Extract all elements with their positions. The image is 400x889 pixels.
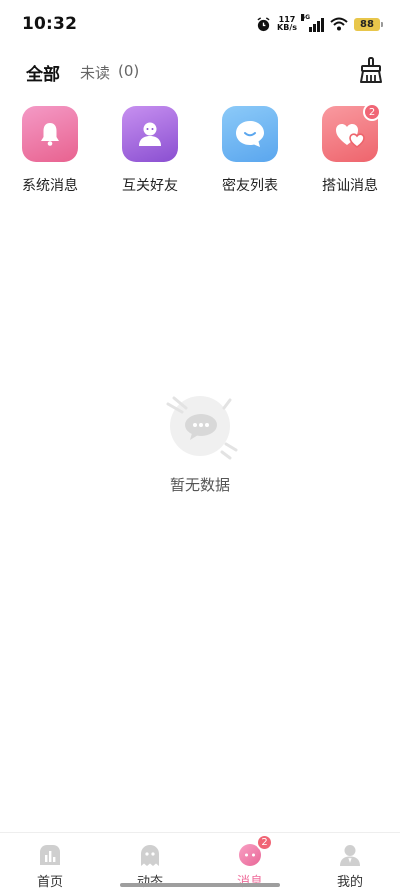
status-time: 10:32: [22, 14, 78, 34]
category-label: 密友列表: [222, 178, 278, 194]
bell-icon: [22, 106, 78, 162]
empty-state-text: 暂无数据: [169, 476, 230, 494]
message-icon: 2: [238, 834, 273, 867]
profile-icon: [340, 845, 360, 866]
net-speed-unit: KB/s: [277, 23, 297, 32]
message-categories: 系统消息 互关好友 密友列表 2 搭讪消息: [0, 103, 400, 202]
ghost-icon: [141, 845, 159, 866]
tab-unread-count: (0): [118, 62, 140, 80]
message-filter-tabs: 全部 未读 (0): [0, 52, 400, 92]
category-system-messages[interactable]: 系统消息: [10, 106, 90, 195]
category-label: 互关好友: [122, 178, 178, 194]
person-icon: [122, 106, 178, 162]
home-indicator[interactable]: [120, 883, 280, 887]
hearts-icon: 2: [322, 103, 381, 162]
category-mutual-friends[interactable]: 互关好友: [110, 106, 190, 195]
category-greeting-messages[interactable]: 2 搭讪消息: [310, 103, 390, 195]
battery-level: 88: [360, 18, 374, 30]
chat-bubble-icon: [222, 106, 278, 162]
category-label: 系统消息: [22, 178, 78, 194]
bottom-navigation: 首页 动态 2 消息 我的: [0, 832, 400, 889]
net-speed: 117 KB/s: [277, 16, 297, 32]
status-icons: 117 KB/s 5G 88: [256, 14, 383, 34]
battery-icon: 88: [354, 17, 383, 31]
unread-badge: 2: [363, 103, 381, 121]
signal-icon: 5G: [301, 14, 324, 32]
alarm-icon: [257, 16, 270, 31]
category-label: 搭讪消息: [322, 178, 378, 194]
network-type: 5G: [301, 14, 311, 21]
nav-home[interactable]: 首页: [10, 843, 90, 889]
nav-label: 我的: [336, 875, 363, 889]
category-close-friends[interactable]: 密友列表: [210, 106, 290, 195]
wifi-icon: [330, 17, 348, 31]
nav-profile[interactable]: 我的: [310, 843, 390, 889]
tab-unread-label: 未读: [80, 64, 111, 82]
nav-unread-badge: 2: [256, 834, 273, 851]
clear-broom-icon[interactable]: [358, 56, 384, 84]
nav-label: 首页: [36, 875, 63, 889]
chart-home-icon: [40, 845, 60, 865]
empty-state: 暂无数据: [0, 390, 400, 495]
status-bar: 10:32 117 KB/s 5G 88: [0, 0, 400, 48]
empty-chat-illustration-icon: [166, 396, 238, 460]
tab-unread[interactable]: 未读 (0): [80, 62, 139, 83]
tab-all[interactable]: 全部: [26, 60, 60, 85]
